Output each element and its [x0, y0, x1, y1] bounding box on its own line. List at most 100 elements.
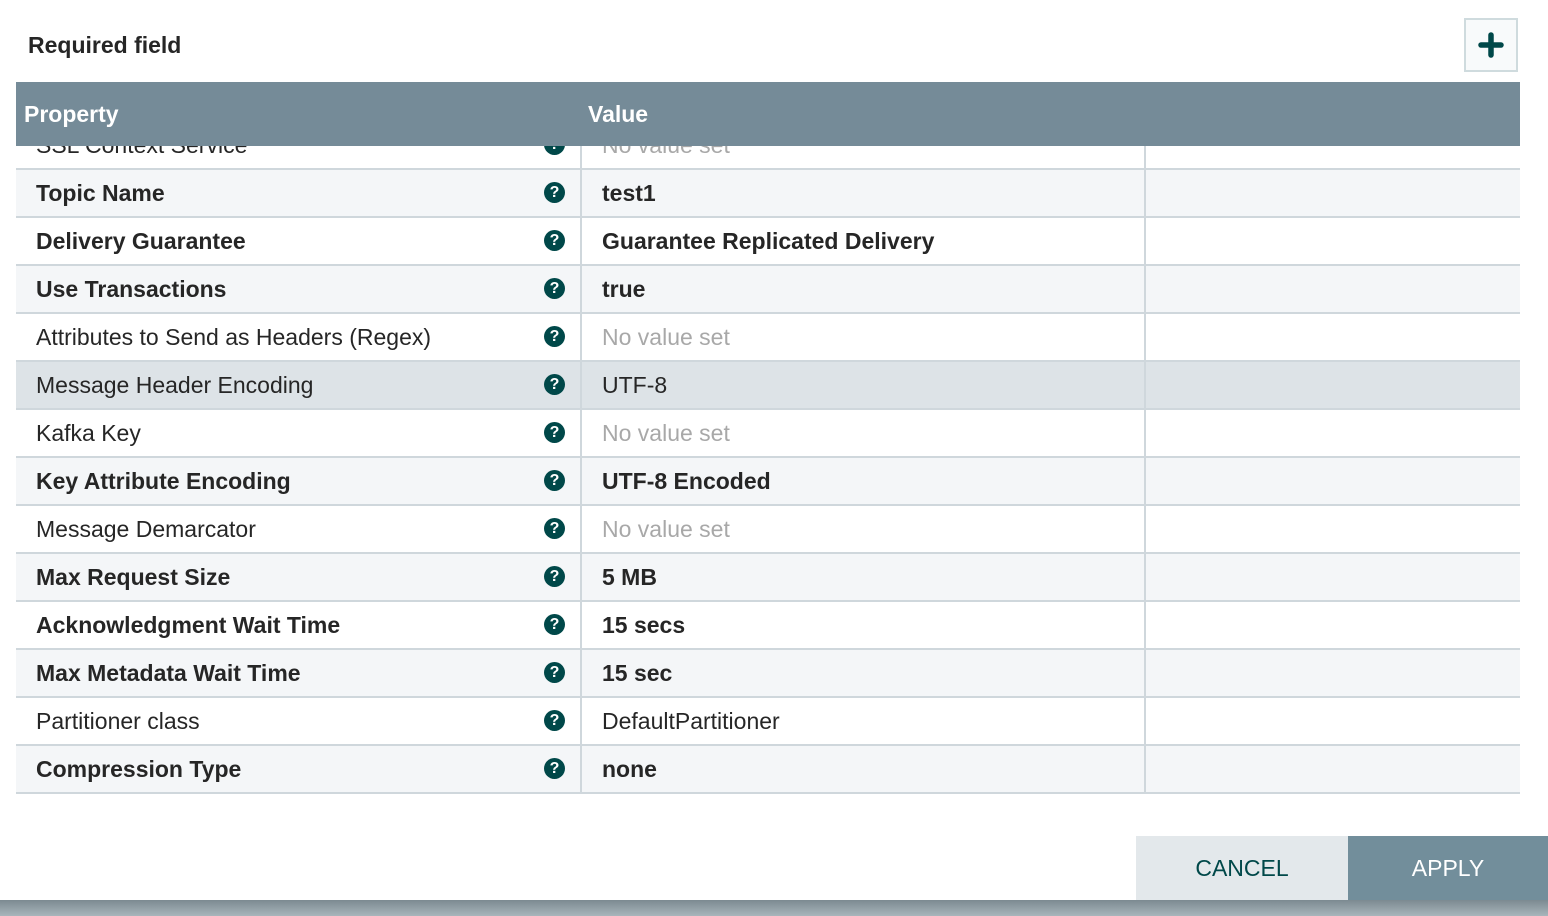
table-header: Property Value — [16, 82, 1520, 146]
value-cell[interactable]: Guarantee Replicated Delivery — [580, 218, 1144, 264]
table-row[interactable]: Message Demarcator? No value set — [16, 506, 1520, 554]
actions-cell — [1144, 554, 1520, 600]
help-icon[interactable]: ? — [544, 566, 565, 587]
value-cell[interactable]: No value set — [580, 506, 1144, 552]
property-name: Max Metadata Wait Time — [36, 659, 301, 686]
help-icon[interactable]: ? — [544, 230, 565, 251]
column-header-value[interactable]: Value — [588, 101, 648, 128]
property-value: true — [602, 275, 646, 302]
table-row[interactable]: Key Attribute Encoding? UTF-8 Encoded — [16, 458, 1520, 506]
property-cell: Attributes to Send as Headers (Regex)? — [16, 314, 580, 360]
property-name: Message Header Encoding — [36, 371, 314, 398]
table-row[interactable]: Partitioner class? DefaultPartitioner — [16, 698, 1520, 746]
help-icon[interactable]: ? — [544, 614, 565, 635]
help-icon[interactable]: ? — [544, 710, 565, 731]
table-row[interactable]: Topic Name? test1 — [16, 170, 1520, 218]
properties-table[interactable]: SSL Context Service? No value set Topic Na… — [16, 146, 1520, 796]
value-cell[interactable]: DefaultPartitioner — [580, 698, 1144, 744]
actions-cell — [1144, 170, 1520, 216]
actions-cell — [1144, 746, 1520, 792]
background-canvas-strip — [0, 900, 1548, 916]
help-icon[interactable]: ? — [544, 278, 565, 299]
help-icon[interactable]: ? — [544, 422, 565, 443]
property-name: SSL Context Service — [36, 146, 247, 159]
property-name: Message Demarcator — [36, 515, 256, 542]
actions-cell — [1144, 650, 1520, 696]
table-row[interactable]: Kafka Key? No value set — [16, 410, 1520, 458]
actions-cell — [1144, 506, 1520, 552]
property-cell: SSL Context Service? — [16, 146, 580, 168]
property-value: No value set — [602, 146, 730, 159]
property-value: 15 secs — [602, 611, 686, 638]
value-cell[interactable]: UTF-8 — [580, 362, 1144, 408]
actions-cell — [1144, 146, 1520, 168]
actions-cell — [1144, 218, 1520, 264]
actions-cell — [1144, 602, 1520, 648]
value-cell[interactable]: 5 MB — [580, 554, 1144, 600]
table-row[interactable]: Max Metadata Wait Time? 15 sec — [16, 650, 1520, 698]
value-cell[interactable]: 15 secs — [580, 602, 1144, 648]
table-row[interactable]: Attributes to Send as Headers (Regex)? No… — [16, 314, 1520, 362]
plus-icon — [1478, 32, 1504, 58]
property-cell: Kafka Key? — [16, 410, 580, 456]
required-field-label: Required field — [28, 32, 182, 58]
property-value: 5 MB — [602, 563, 657, 590]
value-cell[interactable]: UTF-8 Encoded — [580, 458, 1144, 504]
property-value: DefaultPartitioner — [602, 707, 780, 734]
property-cell: Partitioner class? — [16, 698, 580, 744]
property-name: Topic Name — [36, 179, 165, 206]
help-icon[interactable]: ? — [544, 518, 565, 539]
property-cell: Message Demarcator? — [16, 506, 580, 552]
value-cell[interactable]: true — [580, 266, 1144, 312]
property-cell: Max Metadata Wait Time? — [16, 650, 580, 696]
property-name: Kafka Key — [36, 419, 141, 446]
property-value: UTF-8 Encoded — [602, 467, 771, 494]
property-cell: Acknowledgment Wait Time? — [16, 602, 580, 648]
property-cell: Message Header Encoding? — [16, 362, 580, 408]
value-cell[interactable]: 15 sec — [580, 650, 1144, 696]
property-cell: Key Attribute Encoding? — [16, 458, 580, 504]
add-property-button[interactable] — [1464, 18, 1518, 72]
help-icon[interactable]: ? — [544, 182, 565, 203]
property-value: 15 sec — [602, 659, 673, 686]
help-icon[interactable]: ? — [544, 326, 565, 347]
cancel-button[interactable]: CANCEL — [1136, 836, 1348, 900]
actions-cell — [1144, 698, 1520, 744]
property-value: Guarantee Replicated Delivery — [602, 227, 935, 254]
value-cell[interactable]: test1 — [580, 170, 1144, 216]
table-row[interactable]: Message Header Encoding? UTF-8 — [16, 362, 1520, 410]
property-name: Compression Type — [36, 755, 242, 782]
value-cell[interactable]: No value set — [580, 314, 1144, 360]
column-header-property[interactable]: Property — [24, 101, 119, 128]
actions-cell — [1144, 410, 1520, 456]
value-cell[interactable]: No value set — [580, 410, 1144, 456]
table-row[interactable]: Delivery Guarantee? Guarantee Replicated … — [16, 218, 1520, 266]
help-icon[interactable]: ? — [544, 146, 565, 155]
value-cell[interactable]: No value set — [580, 146, 1144, 168]
table-row[interactable]: Use Transactions? true — [16, 266, 1520, 314]
table-row[interactable]: Acknowledgment Wait Time? 15 secs — [16, 602, 1520, 650]
property-value: UTF-8 — [602, 371, 668, 398]
table-row[interactable]: SSL Context Service? No value set — [16, 146, 1520, 170]
property-name: Delivery Guarantee — [36, 227, 246, 254]
table-row[interactable]: Compression Type? none — [16, 746, 1520, 794]
property-cell: Topic Name? — [16, 170, 580, 216]
actions-cell — [1144, 266, 1520, 312]
property-cell: Delivery Guarantee? — [16, 218, 580, 264]
help-icon[interactable]: ? — [544, 758, 565, 779]
property-name: Use Transactions — [36, 275, 227, 302]
table-row[interactable]: Max Request Size? 5 MB — [16, 554, 1520, 602]
help-icon[interactable]: ? — [544, 470, 565, 491]
actions-cell — [1144, 362, 1520, 408]
value-cell[interactable]: none — [580, 746, 1144, 792]
help-icon[interactable]: ? — [544, 662, 565, 683]
property-cell: Max Request Size? — [16, 554, 580, 600]
property-value: No value set — [602, 515, 730, 542]
property-value: none — [602, 755, 657, 782]
property-value: No value set — [602, 323, 730, 350]
property-name: Partitioner class — [36, 707, 200, 734]
help-icon[interactable]: ? — [544, 374, 565, 395]
actions-cell — [1144, 458, 1520, 504]
apply-button[interactable]: APPLY — [1348, 836, 1548, 900]
property-cell: Compression Type? — [16, 746, 580, 792]
